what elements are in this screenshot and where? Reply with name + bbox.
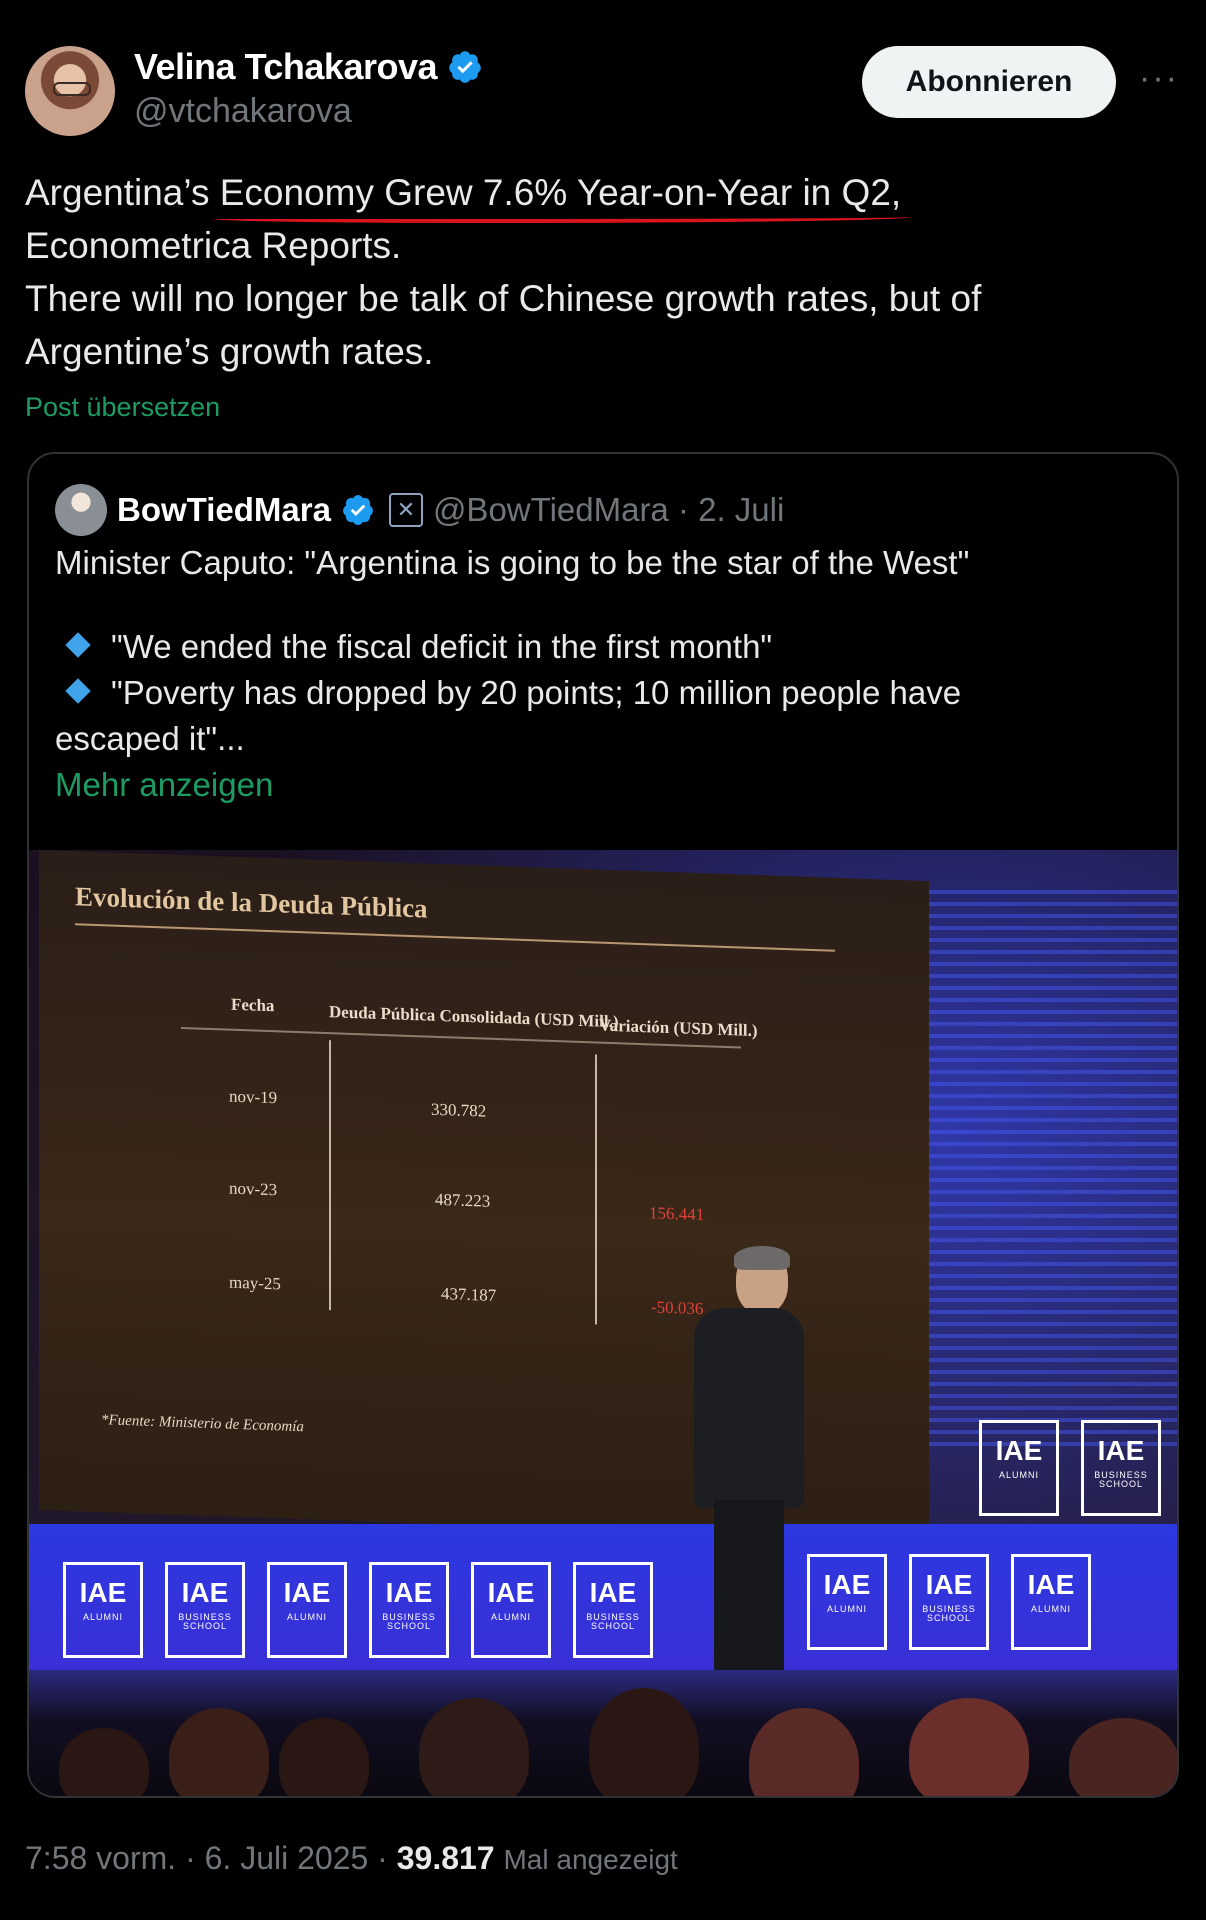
- iae-logo: IAE BUSINESS SCHOOL: [165, 1562, 245, 1658]
- iae-logo-sub: ALUMNI: [82, 1612, 123, 1622]
- iae-logo: IAE BUSINESS SCHOOL: [909, 1554, 989, 1650]
- iae-logo-row-lower: IAE ALUMNI IAE BUSINESS SCHOOL IAE ALUMNI I…: [63, 1562, 653, 1658]
- iae-logo: IAE ALUMNI: [267, 1562, 347, 1658]
- quoted-tweet-body: Minister Caputo: "Argentina is going to …: [55, 540, 1145, 808]
- slide-title: Evolución de la Deuda Pública: [75, 881, 428, 924]
- iae-logo: IAE BUSINESS SCHOOL: [1081, 1420, 1161, 1516]
- tweet-line-1: Argentina’s Economy Grew 7.6% Year-on-Ye…: [25, 166, 1175, 223]
- slide-row-3-deuda: 437.187: [441, 1284, 497, 1305]
- quoted-verified-badge-icon: [343, 495, 373, 525]
- iae-logo-sub: BUSINESS SCHOOL: [1094, 1470, 1148, 1489]
- view-count: 39.817: [396, 1840, 495, 1876]
- tweet-line-4: Argentine’s growth rates.: [25, 331, 434, 372]
- slide-source-note: *Fuente: Ministerio de Economía: [101, 1412, 304, 1436]
- blue-diamond-icon: [65, 632, 91, 658]
- slide-row-2-deuda: 487.223: [435, 1189, 491, 1211]
- slide-row-2-variacion: 156.441: [649, 1203, 705, 1225]
- iae-logo-text: IAE: [1097, 1435, 1145, 1466]
- iae-logo-sub: BUSINESS SCHOOL: [922, 1604, 976, 1623]
- quoted-bullet-2-text: "Poverty has dropped by 20 points; 10 mi…: [111, 674, 962, 711]
- iae-logo-text: IAE: [79, 1577, 127, 1608]
- author-avatar[interactable]: [25, 46, 115, 136]
- iae-logo-text: IAE: [589, 1577, 637, 1608]
- iae-logo-row-right: IAE ALUMNI IAE BUSINESS SCHOOL IAE ALUMNI: [807, 1554, 1091, 1650]
- quoted-bullet-2: "Poverty has dropped by 20 points; 10 mi…: [55, 670, 1145, 716]
- view-count-label: Mal angezeigt: [503, 1844, 678, 1875]
- iae-logo-text: IAE: [1027, 1569, 1075, 1600]
- slide-divider-2: [595, 1054, 597, 1325]
- author-handle[interactable]: @vtchakarova: [134, 92, 352, 131]
- iae-logo-sub: BUSINESS SCHOOL: [382, 1612, 436, 1631]
- translate-post-link[interactable]: Post übersetzen: [25, 392, 220, 423]
- quoted-tweet-photo[interactable]: Evolución de la Deuda Pública Fecha Deud…: [29, 850, 1177, 1796]
- iae-logo-sub: ALUMNI: [490, 1612, 531, 1622]
- tweet-line-3: There will no longer be talk of Chinese …: [25, 278, 982, 319]
- more-options-icon[interactable]: ···: [1134, 58, 1184, 98]
- quoted-bullet-2-continued: escaped it"...: [55, 720, 245, 757]
- blue-diamond-icon: [65, 678, 91, 704]
- quoted-author-avatar[interactable]: [55, 484, 107, 536]
- show-more-link[interactable]: Mehr anzeigen: [55, 762, 1145, 808]
- slide-row-2-fecha: nov-23: [229, 1178, 278, 1200]
- quoted-tweet-card[interactable]: BowTiedMara ✕ @BowTiedMara · 2. Juli Min…: [27, 452, 1179, 1798]
- iae-logo: IAE BUSINESS SCHOOL: [573, 1562, 653, 1658]
- quoted-handle-date[interactable]: @BowTiedMara · 2. Juli: [433, 491, 784, 529]
- slide-title-rule: [75, 923, 835, 952]
- iae-banner: IAE ALUMNI IAE BUSINESS SCHOOL IAE ALUMNI I…: [29, 1524, 1177, 1674]
- iae-logo-row-upper: IAE ALUMNI IAE BUSINESS SCHOOL: [979, 1420, 1161, 1516]
- iae-logo: IAE ALUMNI: [1011, 1554, 1091, 1650]
- slide-row-3-fecha: may-25: [229, 1272, 281, 1294]
- slide-col-variacion: Variación (USD Mill.): [599, 1015, 758, 1041]
- iae-logo: IAE ALUMNI: [979, 1420, 1059, 1516]
- tweet-line-2: Econometrica Reports.: [25, 225, 402, 266]
- slide-col-fecha: Fecha: [231, 994, 275, 1016]
- iae-logo: IAE ALUMNI: [63, 1562, 143, 1658]
- iae-logo-sub: BUSINESS SCHOOL: [178, 1612, 232, 1631]
- iae-logo-text: IAE: [487, 1577, 535, 1608]
- iae-logo-text: IAE: [995, 1435, 1043, 1466]
- author-name-row[interactable]: Velina Tchakarova: [134, 46, 483, 88]
- quoted-bullet-1: "We ended the fiscal deficit in the firs…: [55, 624, 1145, 670]
- iae-logo-text: IAE: [283, 1577, 331, 1608]
- speaker-figure: [684, 1246, 834, 1690]
- subscribe-button[interactable]: Abonnieren: [862, 46, 1116, 118]
- quoted-headline: Minister Caputo: "Argentina is going to …: [55, 544, 970, 581]
- x-affiliate-badge-icon: ✕: [388, 493, 423, 527]
- author-name[interactable]: Velina Tchakarova: [134, 46, 438, 88]
- tweet-highlighted-phrase: Economy Grew 7.6% Year-on-Year in Q2,: [213, 166, 912, 223]
- slide-row-1-fecha: nov-19: [229, 1086, 278, 1108]
- iae-logo-sub: ALUMNI: [286, 1612, 327, 1622]
- iae-logo-text: IAE: [385, 1577, 433, 1608]
- iae-logo-text: IAE: [925, 1569, 973, 1600]
- quoted-bullet-1-text: "We ended the fiscal deficit in the firs…: [111, 628, 773, 665]
- iae-logo: IAE BUSINESS SCHOOL: [369, 1562, 449, 1658]
- verified-badge-icon: [449, 51, 481, 83]
- tweet-meta: 7:58 vorm. · 6. Juli 2025 · 39.817 Mal a…: [25, 1840, 678, 1877]
- iae-logo-sub: ALUMNI: [998, 1470, 1039, 1480]
- slide-row-1-deuda: 330.782: [431, 1099, 487, 1121]
- iae-logo: IAE ALUMNI: [471, 1562, 551, 1658]
- iae-logo-sub: ALUMNI: [1030, 1604, 1071, 1614]
- tweet-timestamp[interactable]: 7:58 vorm. · 6. Juli 2025 ·: [25, 1840, 397, 1876]
- quoted-tweet-header: BowTiedMara ✕ @BowTiedMara · 2. Juli: [55, 484, 784, 536]
- iae-logo-sub: BUSINESS SCHOOL: [586, 1612, 640, 1631]
- tweet-text: Argentina’s Economy Grew 7.6% Year-on-Ye…: [25, 166, 1175, 378]
- quoted-author-name[interactable]: BowTiedMara: [117, 491, 331, 529]
- audience-heads: [29, 1688, 1177, 1796]
- slide-col-deuda: Deuda Pública Consolidada (USD Mill.): [329, 1002, 619, 1032]
- iae-logo-text: IAE: [181, 1577, 229, 1608]
- tweet-line-1-prefix: Argentina’s: [25, 172, 220, 213]
- slide-divider-1: [329, 1040, 331, 1311]
